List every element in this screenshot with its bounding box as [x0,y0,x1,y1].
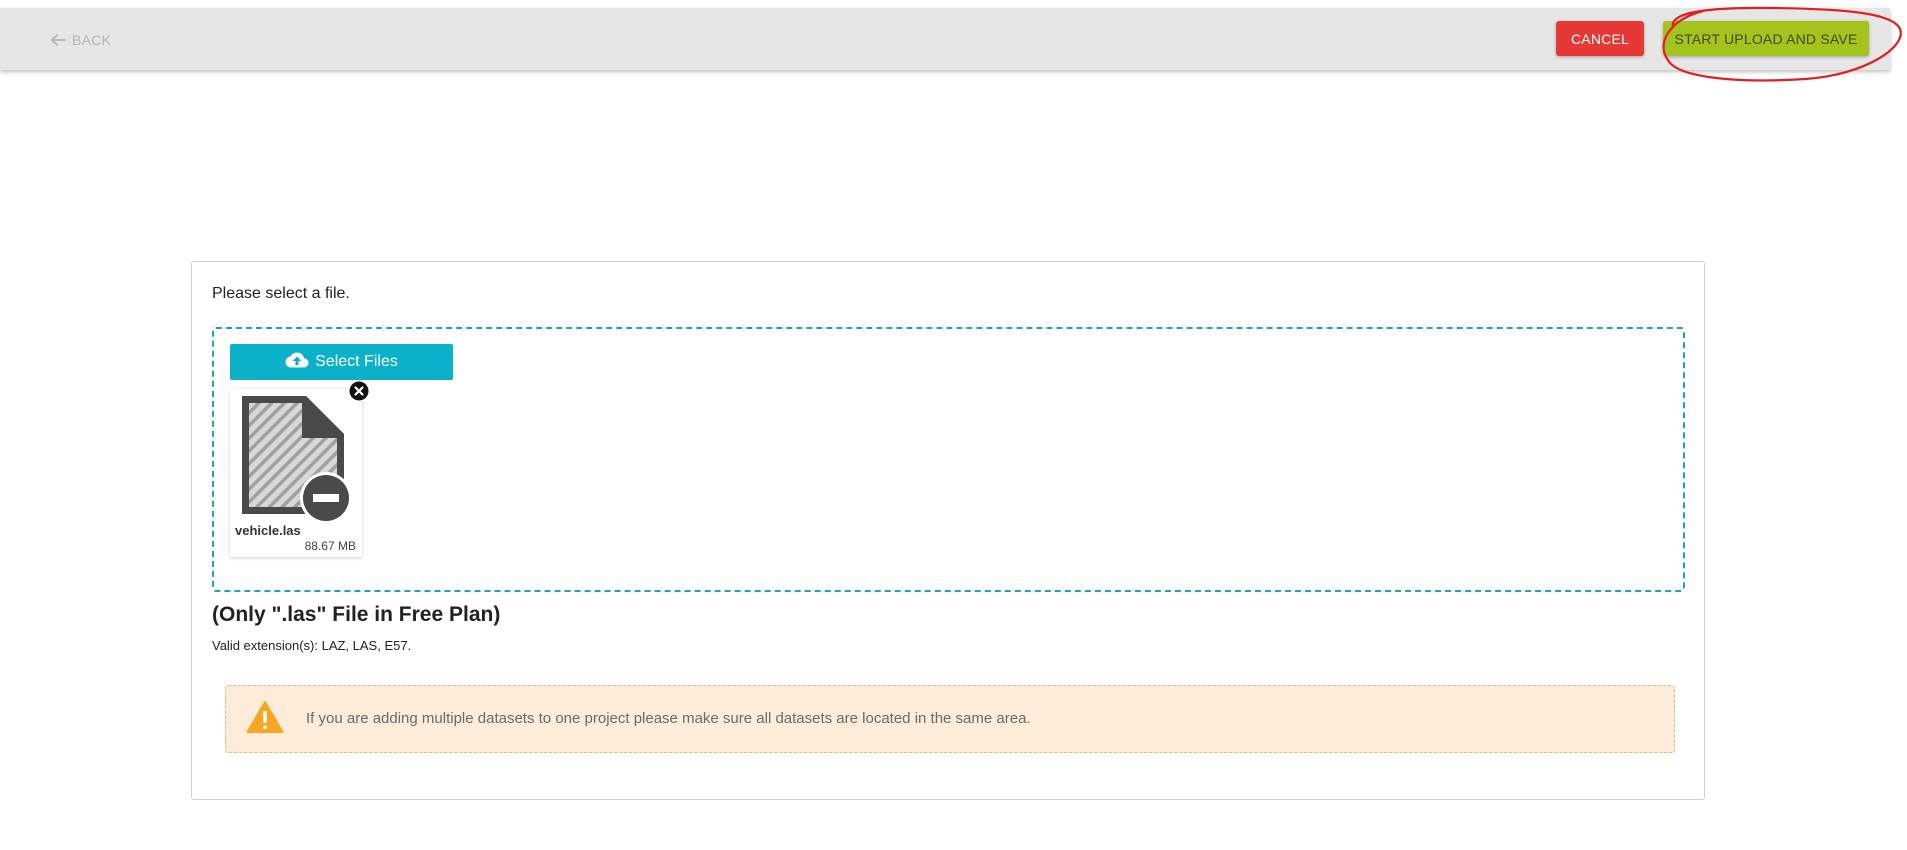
warning-text: If you are adding multiple datasets to o… [306,710,1031,727]
file-dropzone[interactable]: Select Files vehicle.las 88.67 MB [212,327,1685,592]
top-toolbar: BACK CANCEL START UPLOAD AND SAVE [0,8,1890,70]
select-file-prompt: Please select a file. [212,285,350,302]
free-plan-note: (Only ".las" File in Free Plan) [212,603,501,626]
select-files-label: Select Files [315,353,398,370]
back-label: BACK [72,32,112,48]
back-link[interactable]: BACK [50,28,111,52]
warning-banner: If you are adding multiple datasets to o… [225,685,1675,753]
upload-panel: Please select a file. Select Files vehic… [191,261,1705,800]
remove-file-button[interactable] [349,381,369,401]
file-preview-card: vehicle.las 88.67 MB [230,381,369,557]
start-upload-and-save-button[interactable]: START UPLOAD AND SAVE [1663,21,1869,56]
cancel-button[interactable]: CANCEL [1556,21,1644,56]
valid-extensions-note: Valid extension(s): LAZ, LAS, E57. [212,638,412,653]
select-files-button[interactable]: Select Files [230,344,453,380]
file-name: vehicle.las [235,523,301,538]
arrow-left-icon [50,32,66,48]
warning-icon [246,700,284,739]
upload-page: BACK CANCEL START UPLOAD AND SAVE Please… [0,0,1907,850]
file-size: 88.67 MB [304,539,356,553]
cloud-upload-icon [285,351,309,374]
file-icon [240,394,352,529]
